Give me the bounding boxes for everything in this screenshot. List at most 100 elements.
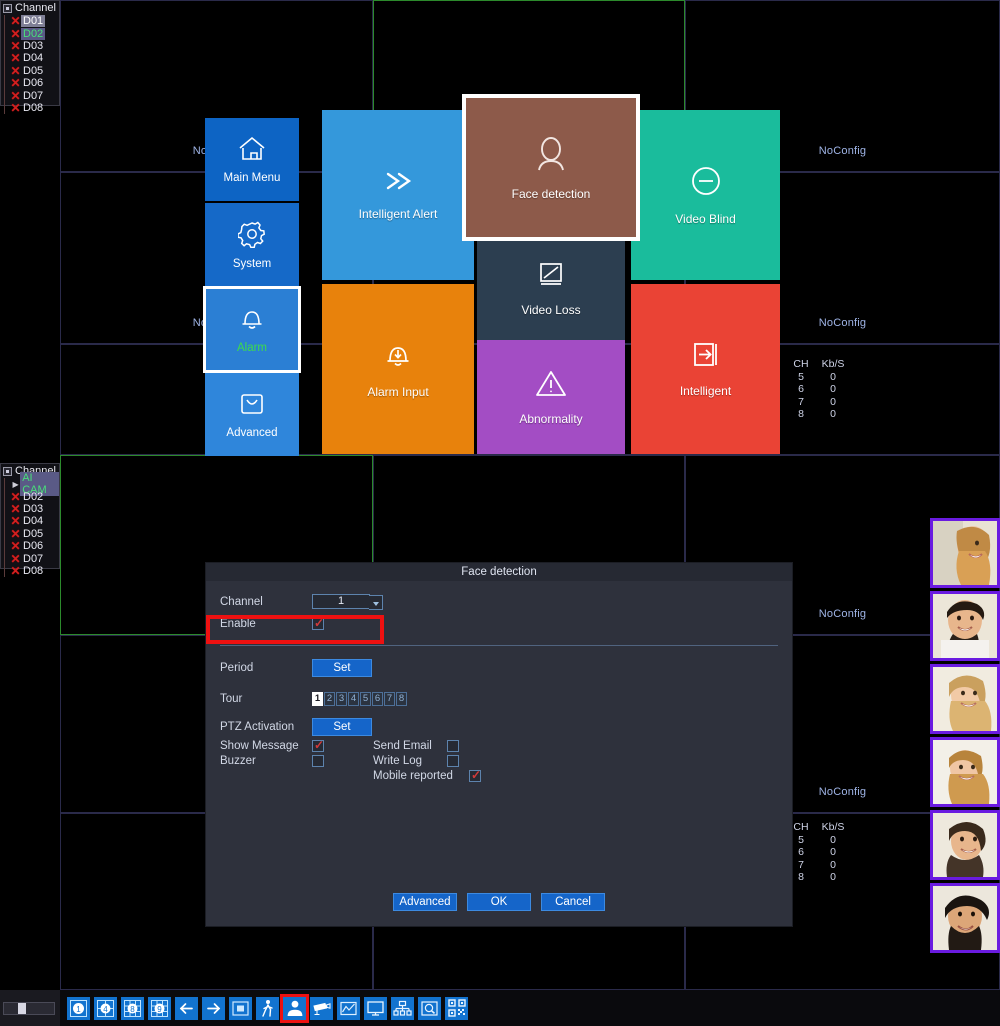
bell-icon (238, 306, 266, 337)
tile-face-detection[interactable]: Face detection (462, 94, 640, 241)
channel-list-item[interactable]: ✕ D05 (1, 64, 59, 77)
tour-button-5[interactable]: 5 (360, 692, 371, 706)
channel-label: D04 (23, 52, 44, 65)
split-8-button[interactable]: 8 (121, 996, 144, 1020)
qrcode-button[interactable] (445, 996, 468, 1020)
gear-icon (237, 220, 266, 253)
human-detect-button[interactable] (256, 996, 279, 1020)
channel-list-item[interactable]: ✕ D04 (1, 515, 59, 528)
next-button[interactable] (202, 996, 225, 1020)
face-thumbnail-strip (930, 518, 1000, 956)
channel-list-item[interactable]: ✕ D03 (1, 39, 59, 53)
cancel-button[interactable]: Cancel (541, 893, 605, 911)
mobile-reported-checkbox[interactable] (469, 768, 481, 782)
nav-item-main-menu[interactable]: Main Menu (205, 118, 299, 201)
face-thumbnail-1[interactable] (930, 518, 1000, 588)
face-thumbnail-5[interactable] (930, 810, 1000, 880)
channel-list-item[interactable]: ✕ D03 (1, 502, 59, 516)
tile-intelligent[interactable]: Intelligent (631, 284, 780, 454)
write-log-checkbox[interactable] (447, 754, 459, 767)
channel-panel-title: Channel (15, 2, 56, 14)
nav-item-label: Alarm (236, 341, 268, 354)
camera-button[interactable] (310, 996, 333, 1020)
tile-intelligent-alert[interactable]: Intelligent Alert (322, 110, 474, 280)
previous-button[interactable] (175, 996, 198, 1020)
chevron-down-icon[interactable] (369, 595, 383, 610)
split-1-button[interactable]: 1 (67, 996, 90, 1020)
channel-label: D03 (23, 39, 44, 52)
channel-list-item[interactable]: ✕ D05 (1, 527, 59, 540)
x-icon: ✕ (10, 539, 21, 554)
tour-button-8[interactable]: 8 (396, 692, 407, 706)
channel-label: D02 (21, 27, 46, 40)
tour-label: Tour (220, 693, 243, 705)
show-message-checkbox[interactable] (312, 738, 324, 752)
buzzer-checkbox[interactable] (312, 754, 324, 767)
bitrate-ch: 7 (798, 395, 804, 408)
tour-button-2[interactable]: 2 (324, 692, 335, 706)
channel-list-item[interactable]: ✕ D06 (1, 76, 59, 90)
split-9-button[interactable]: 9 (148, 996, 171, 1020)
send-email-checkbox[interactable] (447, 739, 459, 752)
face-thumbnail-3[interactable] (930, 664, 1000, 734)
ptz-label: PTZ Activation (220, 721, 295, 733)
nav-item-label: Advanced (226, 426, 278, 439)
channel-list-item[interactable]: ✕ D02 (1, 490, 59, 503)
channel-list-item[interactable]: ✕ D08 (1, 101, 59, 115)
tile-label: Alarm Input (367, 385, 429, 399)
face-detect-button[interactable] (280, 993, 309, 1023)
nav-item-system[interactable]: System (205, 203, 299, 286)
tile-video-loss[interactable]: Video Loss (477, 237, 625, 340)
channel-label: Channel (220, 595, 263, 608)
period-set-button[interactable]: Set (312, 659, 372, 677)
tile-abnormality[interactable]: Abnormality (477, 340, 625, 454)
svg-text:8: 8 (130, 1004, 135, 1013)
network-button[interactable] (391, 996, 414, 1020)
tile-alarm-input[interactable]: Alarm Input (322, 284, 474, 454)
channel-list-item[interactable]: ✕ D01 (1, 14, 59, 29)
tour-button-7[interactable]: 7 (384, 692, 395, 706)
chart-button[interactable] (337, 996, 360, 1020)
channel-list-item[interactable]: ✕ D06 (1, 539, 59, 554)
volume-slider[interactable] (3, 1001, 55, 1015)
channel-label: D03 (23, 502, 44, 515)
channel-list-item[interactable]: ✕ D07 (1, 552, 59, 565)
tour-button-1[interactable]: 1 (312, 692, 323, 706)
split-4-button[interactable]: 4 (94, 996, 117, 1020)
tour-button-6[interactable]: 6 (372, 692, 383, 706)
tour-button-4[interactable]: 4 (348, 692, 359, 706)
bitrate-ch: 8 (798, 871, 804, 884)
display-button[interactable] (364, 996, 387, 1020)
channel-list-item[interactable]: ✕ D02 (1, 27, 59, 40)
ptz-set-button[interactable]: Set (312, 718, 372, 736)
tile-video-blind[interactable]: Video Blind (631, 110, 780, 280)
collapse-icon[interactable] (3, 3, 12, 13)
pip-button[interactable] (229, 996, 252, 1020)
bitrate-ch: 8 (798, 408, 804, 421)
bitrate-header-ch: CH (793, 358, 809, 370)
advanced-button[interactable]: Advanced (393, 893, 457, 911)
channel-select[interactable]: 1 (312, 594, 383, 610)
channel-label: D04 (23, 515, 44, 528)
double-chevron-right-icon (381, 169, 415, 198)
channel-list-item[interactable]: ✕ D04 (1, 52, 59, 65)
slider-knob[interactable] (18, 1002, 26, 1014)
disk-search-button[interactable] (418, 996, 441, 1020)
bitrate-ch: 6 (798, 846, 804, 859)
x-icon: ✕ (10, 14, 21, 29)
nav-item-alarm[interactable]: Alarm (203, 286, 301, 373)
face-thumbnail-2[interactable] (930, 591, 1000, 661)
channel-list-item[interactable]: ▶ AI CAM (1, 472, 59, 497)
face-thumbnail-6[interactable] (930, 883, 1000, 953)
channel-list-item[interactable]: ✕ D08 (1, 564, 59, 578)
enable-checkbox[interactable] (312, 616, 324, 630)
tour-button-3[interactable]: 3 (336, 692, 347, 706)
status-bar (0, 990, 60, 1026)
collapse-icon[interactable] (3, 466, 12, 476)
ok-button[interactable]: OK (467, 893, 531, 911)
bitrate-ch: 5 (798, 370, 804, 383)
channel-list-item[interactable]: ✕ D07 (1, 89, 59, 102)
bitrate-rate: 0 (830, 871, 836, 884)
face-thumbnail-4[interactable] (930, 737, 1000, 807)
nav-item-advanced[interactable]: Advanced (205, 373, 299, 456)
